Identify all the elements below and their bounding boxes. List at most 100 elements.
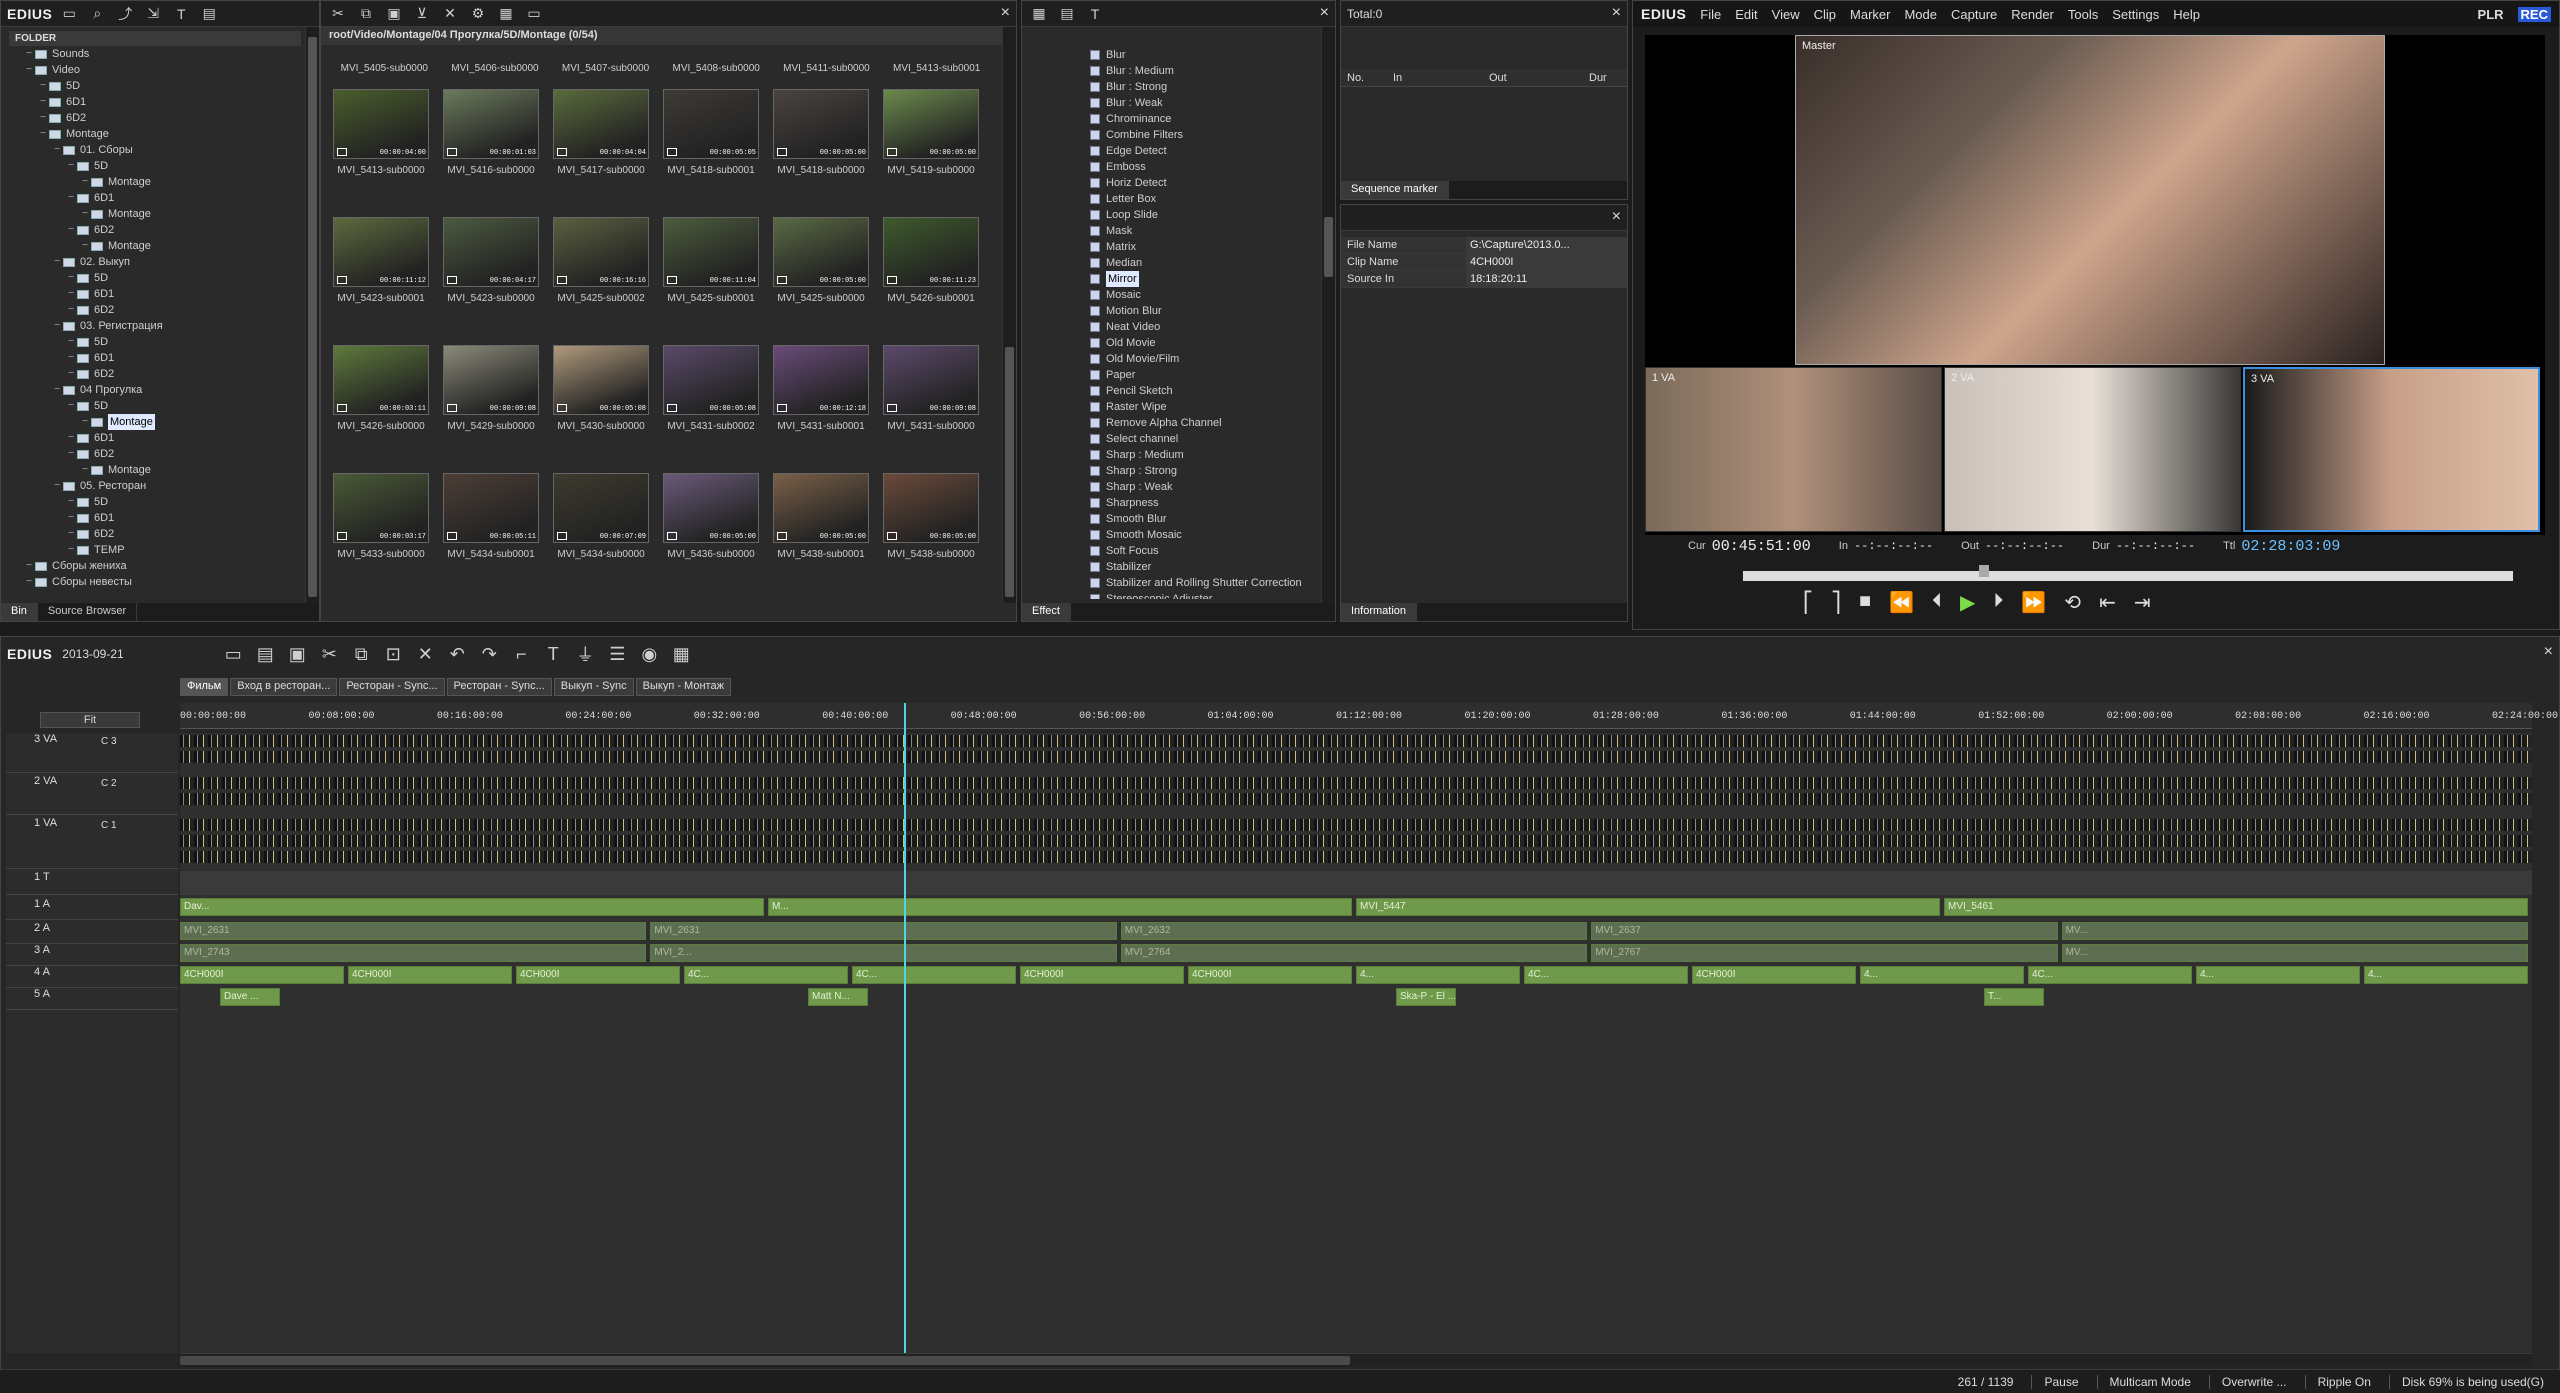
audio-clip[interactable]: MVI_2631 [650,922,1117,940]
audio-clip[interactable]: Matt N... [808,988,868,1006]
effect-item[interactable]: Raster Wipe [1090,399,1315,415]
effect-item[interactable]: Mosaic [1090,287,1315,303]
menu-marker[interactable]: Marker [1850,7,1890,22]
redo-icon[interactable]: ↷ [478,644,500,664]
audio-clip[interactable]: M... [768,898,1352,916]
col-dur[interactable]: Dur [1589,69,1607,86]
effect-item[interactable]: Chrominance [1090,111,1315,127]
expand-icon[interactable]: − [65,430,77,446]
open-clip-icon[interactable]: ⇲ [142,5,164,23]
camera-3[interactable]: 3 VA [2243,367,2540,532]
effect-item[interactable]: Mask [1090,223,1315,239]
track-header[interactable]: 5 A [6,988,178,1010]
effect-item[interactable]: Sharpness [1090,495,1315,511]
bin-clip[interactable]: 00:00:05:11 MVI_5434-sub0001 [439,473,543,560]
audio-clip[interactable]: 4C... [1524,966,1688,984]
folder-icon[interactable]: ▭ [58,5,80,23]
folder-tree-item[interactable]: − 05. Ресторан [9,478,301,494]
paste-icon[interactable]: ⊡ [382,644,404,664]
effect-item[interactable]: Remove Alpha Channel [1090,415,1315,431]
timeline-tracks[interactable]: Dav... M... MVI_5447 MVI_5461 MVI_2631 MVI_26… [180,733,2532,1353]
folder-tree-item[interactable]: − 5D [9,270,301,286]
audio-clip[interactable]: MVI_2637 [1591,922,2058,940]
folder-tree-item[interactable]: − 5D [9,494,301,510]
razor-icon[interactable]: ⌐ [510,644,532,664]
close-icon[interactable]: × [1612,4,1621,22]
menu-settings[interactable]: Settings [2112,7,2159,22]
effect-scrollbar[interactable] [1321,27,1335,603]
expand-icon[interactable]: − [65,334,77,350]
bin-clip[interactable]: 00:00:05:00 MVI_5418-sub0000 [769,89,873,176]
expand-icon[interactable]: − [65,158,77,174]
timeline-ruler[interactable]: 00:00:00:00 00:08:00:00 00:16:00:00 00:24:0… [180,703,2558,729]
expand-icon[interactable]: − [79,414,91,430]
set-out-icon[interactable]: ⎤ [1831,590,1841,615]
effect-item[interactable]: Mirror [1090,271,1315,287]
bin-clip[interactable]: 00:00:11:04 MVI_5425-sub0001 [659,217,763,304]
expand-icon[interactable]: − [79,206,91,222]
stop-icon[interactable]: ■ [1859,590,1871,615]
sequence-tab[interactable]: Фильм [180,678,229,696]
audio-clip[interactable]: MVI_2743 [180,944,647,962]
track-header[interactable]: 2 VA C 2 [6,775,178,815]
audio-clip[interactable]: 4... [2196,966,2360,984]
effect-tree-icon[interactable]: ▤ [1056,5,1078,23]
bin-clip[interactable]: 00:00:05:00 MVI_5419-sub0000 [879,89,983,176]
mixer-icon[interactable]: ☰ [606,644,628,664]
audio-clip[interactable]: 4C... [2028,966,2192,984]
bin-clip[interactable]: 00:00:05:05 MVI_5418-sub0001 [659,89,763,176]
expand-icon[interactable]: − [79,462,91,478]
expand-icon[interactable]: − [65,302,77,318]
expand-icon[interactable]: − [65,286,77,302]
effect-item[interactable]: Horiz Detect [1090,175,1315,191]
audio-clip[interactable]: Dave ... [220,988,280,1006]
bin-clip[interactable]: 00:00:05:00 MVI_5438-sub0000 [879,473,983,560]
effect-item[interactable]: Combine Filters [1090,127,1315,143]
sequence-tab[interactable]: Выкуп - Монтаж [635,678,731,696]
audio-clip[interactable]: MVI_2631 [180,922,647,940]
position-handle[interactable] [1979,565,1989,577]
effect-item[interactable]: Letter Box [1090,191,1315,207]
expand-icon[interactable]: − [65,190,77,206]
bin-clip[interactable]: 00:00:05:08 MVI_5430-sub0000 [549,345,653,432]
audio-clip[interactable]: Ska-P - El ... [1396,988,1456,1006]
video-track-lane[interactable] [180,733,2532,773]
col-out[interactable]: Out [1489,69,1589,86]
track-header[interactable]: 1 T [6,871,178,895]
folder-tree-item[interactable]: − 6D1 [9,350,301,366]
track-header[interactable]: 2 A [6,922,178,944]
tab-information[interactable]: Information [1341,603,1418,621]
effect-item[interactable]: Blur [1090,47,1315,63]
audio-clip[interactable]: 4CH000I [1692,966,1856,984]
folder-tree-item[interactable]: − 6D2 [9,302,301,318]
bin-clip[interactable]: 00:00:04:17 MVI_5423-sub0000 [439,217,543,304]
folder-tree-item[interactable]: − 03. Регистрация [9,318,301,334]
close-icon[interactable]: × [1320,4,1329,22]
menu-clip[interactable]: Clip [1814,7,1836,22]
save-icon[interactable]: ▣ [286,644,308,664]
folder-tree-item[interactable]: − 6D1 [9,190,301,206]
audio-clip[interactable]: MVI_2... [650,944,1117,962]
effect-item[interactable]: Median [1090,255,1315,271]
audio-track-lane[interactable]: MVI_2631 MVI_2631 MVI_2632 MVI_2637 MV... [180,922,2532,944]
menu-help[interactable]: Help [2173,7,2200,22]
audio-clip[interactable]: MVI_5447 [1356,898,1940,916]
bin-clip[interactable]: 00:00:04:04 MVI_5417-sub0000 [549,89,653,176]
bin-clip[interactable]: 00:00:11:23 MVI_5426-sub0001 [879,217,983,304]
title-track-lane[interactable] [180,871,2532,895]
bin-clip[interactable]: 00:00:11:12 MVI_5423-sub0001 [329,217,433,304]
menu-mode[interactable]: Mode [1904,7,1937,22]
close-icon[interactable]: × [1001,4,1010,22]
view-mode-icon[interactable]: ▦ [495,5,517,23]
bin-clip[interactable]: 00:00:12:18 MVI_5431-sub0001 [769,345,873,432]
insert-icon[interactable]: ⇤ [2099,590,2116,615]
expand-icon[interactable]: − [65,270,77,286]
effect-item[interactable]: Stabilizer and Rolling Shutter Correctio… [1090,575,1315,591]
tab-bin[interactable]: Bin [1,603,38,621]
menu-capture[interactable]: Capture [1951,7,1997,22]
expand-icon[interactable]: − [37,126,49,142]
effect-item[interactable]: Motion Blur [1090,303,1315,319]
audio-clip[interactable]: 4C... [852,966,1016,984]
layout-icon[interactable]: ▦ [670,644,692,664]
bin-clip[interactable]: 00:00:05:00 MVI_5425-sub0000 [769,217,873,304]
